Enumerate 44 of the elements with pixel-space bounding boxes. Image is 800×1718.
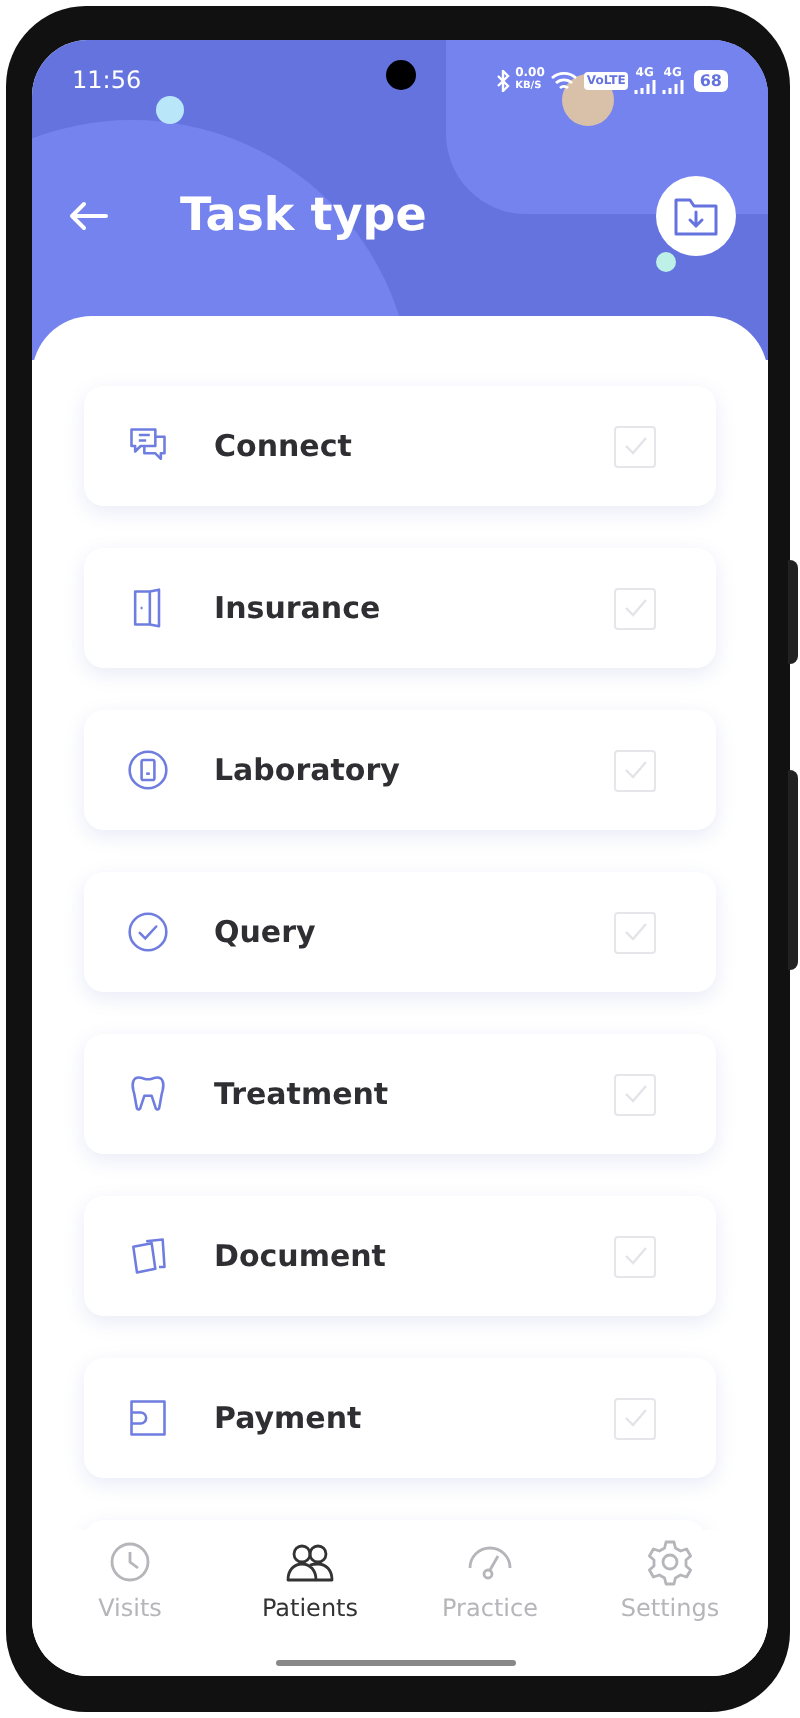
- task-type-card[interactable]: Query: [84, 872, 716, 992]
- task-type-card[interactable]: Laboratory: [84, 710, 716, 830]
- task-type-label: Document: [214, 1235, 386, 1278]
- nav-tab[interactable]: Patients: [230, 1538, 390, 1626]
- checkbox[interactable]: [614, 1073, 656, 1115]
- back-arrow-icon: [68, 200, 108, 232]
- check-icon: [623, 922, 647, 942]
- checkbox[interactable]: [614, 1397, 656, 1439]
- checkbox[interactable]: [614, 911, 656, 953]
- bluetooth-icon: [495, 69, 510, 91]
- camera-hole: [386, 60, 416, 90]
- checkbox[interactable]: [614, 587, 656, 629]
- settings-icon: [644, 1538, 696, 1586]
- check-icon: [623, 436, 647, 456]
- phone-circle-icon: [126, 748, 170, 792]
- check-icon: [623, 1408, 647, 1428]
- task-type-label: Treatment: [214, 1073, 389, 1116]
- task-type-label: Payment: [214, 1397, 362, 1440]
- status-time: 11:56: [72, 64, 142, 98]
- task-type-label: Connect: [214, 425, 352, 468]
- wifi-icon: [550, 69, 579, 91]
- task-type-label: Insurance: [214, 587, 381, 630]
- tooth-icon: [126, 1072, 170, 1116]
- task-type-label: Laboratory: [214, 749, 400, 792]
- task-type-card[interactable]: Connect: [84, 386, 716, 506]
- task-type-label: Query: [214, 911, 316, 954]
- signal-icon: [661, 79, 684, 93]
- check-icon: [623, 598, 647, 618]
- task-type-card[interactable]: Payment: [84, 1358, 716, 1478]
- screen-title: Task type: [180, 187, 427, 246]
- folder-download-icon: [672, 194, 720, 238]
- task-type-card[interactable]: Treatment: [84, 1034, 716, 1154]
- checkbox[interactable]: [614, 1235, 656, 1277]
- task-type-card[interactable]: Document: [84, 1196, 716, 1316]
- wallet-icon: [126, 1396, 170, 1440]
- check-circle-icon: [126, 910, 170, 954]
- checkbox[interactable]: [614, 425, 656, 467]
- task-type-card[interactable]: Insurance: [84, 548, 716, 668]
- check-icon: [623, 1084, 647, 1104]
- checkbox[interactable]: [614, 749, 656, 791]
- cards-icon: [126, 1234, 170, 1278]
- check-icon: [623, 760, 647, 780]
- check-icon: [623, 1246, 647, 1266]
- signal-icon: [633, 79, 656, 93]
